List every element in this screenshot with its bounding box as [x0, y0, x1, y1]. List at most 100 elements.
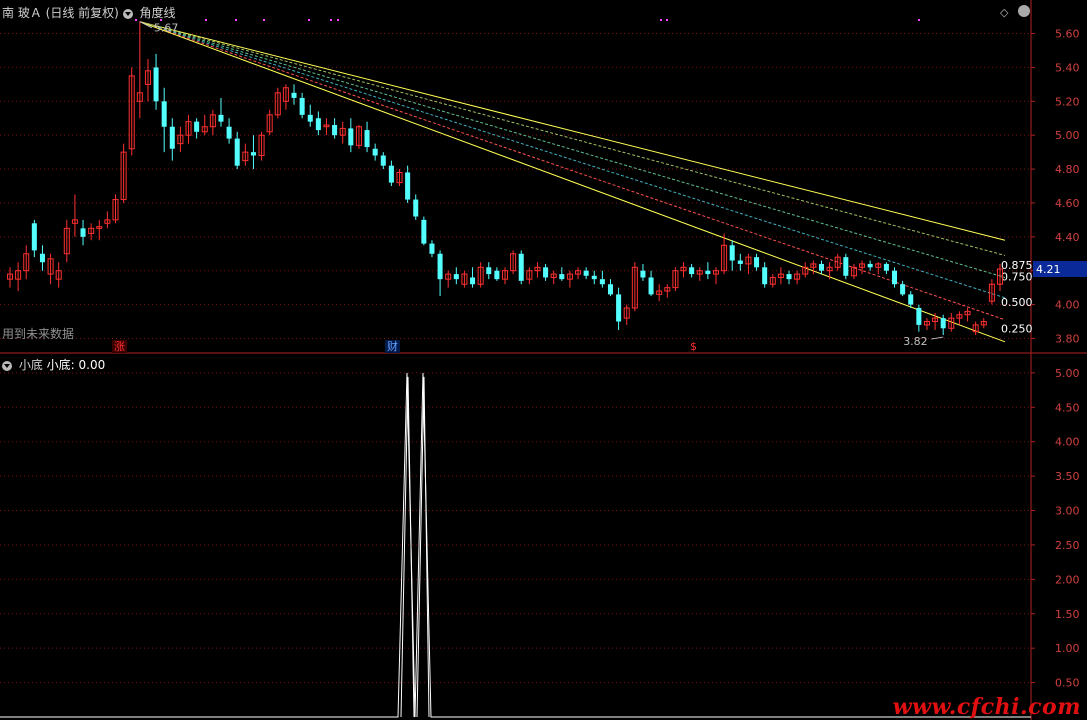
- y-tick-label: 5.00: [1055, 367, 1080, 380]
- candle-body: [648, 277, 654, 295]
- candle-body: [891, 270, 898, 285]
- angle-line: [139, 21, 1006, 278]
- main-y-axis: 5.605.405.205.004.804.604.404.204.003.80…: [1031, 28, 1087, 345]
- candle-body: [307, 114, 313, 122]
- candle-body: [486, 267, 492, 275]
- candle-body: [689, 267, 695, 275]
- top-event-markers: [135, 19, 920, 21]
- candle-body: [583, 270, 589, 276]
- angle-line: [139, 21, 1006, 299]
- y-tick-label: 4.40: [1055, 231, 1080, 244]
- event-marker-dollar[interactable]: $: [688, 340, 699, 353]
- future-data-note: 用到未来数据: [2, 327, 75, 341]
- candle-body: [867, 263, 873, 268]
- period-label: (日线 前复权): [45, 6, 119, 20]
- candle-body: [900, 284, 906, 295]
- event-marker-cai[interactable]: 财: [385, 340, 400, 353]
- y-tick-label: 3.80: [1055, 332, 1080, 345]
- candle-body: [364, 130, 370, 148]
- candle-body: [226, 126, 232, 139]
- y-tick-label: 4.50: [1055, 401, 1080, 414]
- candle-body: [332, 125, 338, 136]
- y-tick-label: 1.50: [1055, 608, 1080, 621]
- indicator-name[interactable]: 角度线: [140, 6, 176, 20]
- y-tick-label: 4.60: [1055, 197, 1080, 210]
- candle-body: [786, 274, 792, 280]
- event-dot: [205, 19, 207, 21]
- candle-body: [591, 275, 597, 280]
- candle-body: [762, 267, 768, 285]
- candle-body: [169, 126, 175, 149]
- watermark: www.cfchi.com: [892, 694, 1081, 720]
- angle-line: [139, 21, 1006, 343]
- candle-body: [380, 155, 386, 166]
- candle-body: [348, 128, 354, 146]
- y-tick-label: 3.50: [1055, 470, 1080, 483]
- event-dot: [330, 19, 332, 21]
- candle-body: [616, 294, 622, 322]
- settings-dot-icon[interactable]: [1018, 5, 1030, 17]
- event-dot: [918, 19, 920, 21]
- candle-body: [413, 199, 419, 217]
- candle-body: [250, 152, 256, 156]
- y-tick-label: 4.00: [1055, 436, 1080, 449]
- stock-name: 南 玻Ａ: [2, 6, 42, 20]
- event-dot: [666, 19, 668, 21]
- y-tick-label: 2.50: [1055, 539, 1080, 552]
- candle-body: [843, 257, 849, 276]
- sub-y-axis: 5.00 4.50 4.00 3.50 3.00 2.50 2.00 1.50 1.00 0.50: [1031, 367, 1080, 690]
- sub-chart-grid: [0, 372, 1031, 684]
- y-tick-label: 4.80: [1055, 163, 1080, 176]
- event-marker-zhang[interactable]: 涨: [112, 340, 127, 353]
- angle-fan-lines: 0.8750.7500.5000.250: [139, 21, 1033, 343]
- candle-body: [494, 270, 500, 280]
- candlestick-series: 5.67 3.82: [6, 21, 1004, 348]
- y-tick-label: 5.60: [1055, 28, 1080, 41]
- y-tick-label: 1.00: [1055, 642, 1080, 655]
- y-tick-label: 5.20: [1055, 95, 1080, 108]
- low-price-label: 3.82: [903, 335, 928, 348]
- event-dot: [235, 19, 237, 21]
- candle-body: [234, 138, 240, 166]
- event-dot: [263, 19, 265, 21]
- candle-body: [729, 245, 735, 261]
- candle-body: [818, 263, 824, 271]
- event-dot: [337, 19, 339, 21]
- y-tick-label: 5.40: [1055, 61, 1080, 74]
- fib-level-label: 0.500: [1001, 296, 1033, 309]
- candle-body: [405, 172, 411, 200]
- fib-level-label: 0.750: [1001, 271, 1033, 284]
- candle-body: [429, 243, 435, 254]
- event-dot: [660, 19, 662, 21]
- candle-body: [470, 277, 476, 285]
- candle-body: [39, 253, 45, 263]
- y-tick-label: 5.00: [1055, 129, 1080, 142]
- sub-indicator-value: 小底: 0.00: [46, 358, 106, 372]
- candle-body: [908, 294, 914, 305]
- fib-level-label: 0.250: [1001, 322, 1033, 335]
- candle-body: [599, 279, 605, 285]
- candle-body: [80, 228, 86, 237]
- sub-chart-header: 小底 小底: 0.00: [2, 356, 105, 373]
- angle-line: [139, 21, 1006, 256]
- chart-stage: 0.8750.7500.5000.250 5.673.82 5.605.405.…: [0, 0, 1087, 720]
- diamond-icon[interactable]: ◇: [1000, 6, 1008, 19]
- candle-body: [916, 307, 922, 325]
- candle-body: [153, 67, 159, 102]
- candle-body: [518, 253, 524, 281]
- y-tick-label: 4.00: [1055, 299, 1080, 312]
- candle-body: [315, 118, 321, 131]
- candle-body: [543, 267, 549, 278]
- candle-body: [607, 284, 614, 295]
- candle-body: [640, 270, 646, 278]
- candle-body: [31, 223, 37, 251]
- candle-body: [218, 114, 224, 122]
- candle-body: [437, 253, 443, 280]
- high-price-label: 5.67: [154, 22, 179, 35]
- candle-body: [299, 97, 305, 115]
- indicator-menu-icon[interactable]: [122, 8, 133, 19]
- sub-indicator-menu-icon[interactable]: [2, 360, 12, 371]
- sub-indicator-title[interactable]: 小底: [19, 358, 43, 372]
- candle-body: [453, 274, 459, 280]
- candle-body: [372, 148, 378, 156]
